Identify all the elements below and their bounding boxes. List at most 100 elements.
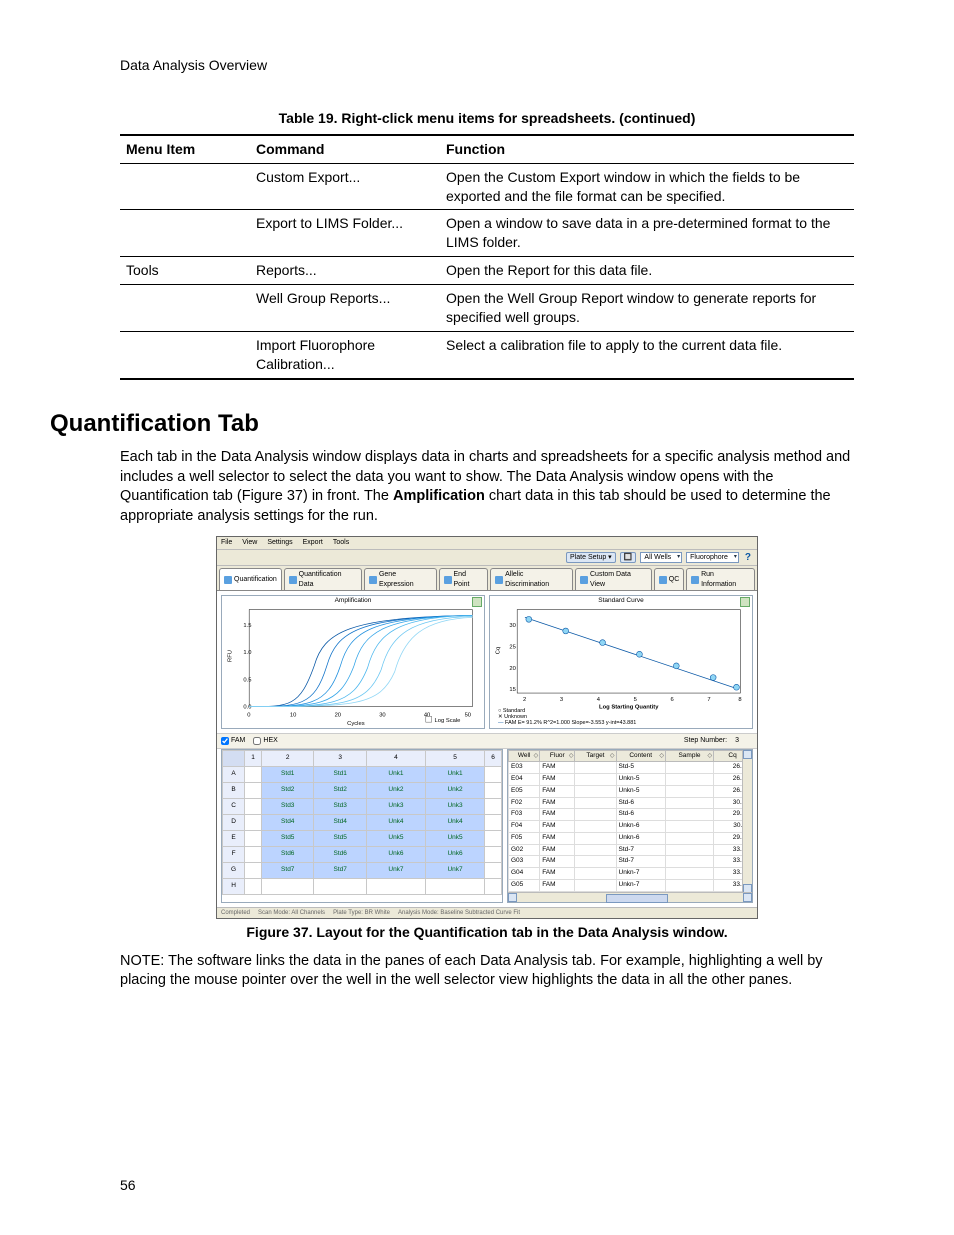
well-cell[interactable]: Unk6 <box>366 846 425 862</box>
std-curve-legend: ○ Standard ✕ Unknown — FAM E= 91.2% R^2=… <box>498 708 636 726</box>
well-cell[interactable] <box>262 878 314 894</box>
col-sample[interactable]: Sample◇ <box>665 750 713 762</box>
menu-bar[interactable]: File View Settings Export Tools <box>217 537 757 549</box>
fam-checkbox[interactable]: FAM <box>221 736 245 745</box>
well-cell[interactable]: Unk5 <box>366 830 425 846</box>
col-well[interactable]: Well◇ <box>509 750 540 762</box>
menu-export[interactable]: Export <box>303 538 323 547</box>
col-fluor[interactable]: Fluor◇ <box>540 750 575 762</box>
well-cell[interactable]: Unk7 <box>366 862 425 878</box>
well-cell[interactable] <box>245 846 262 862</box>
well-cell[interactable]: Unk1 <box>426 766 485 782</box>
svg-text:Cq: Cq <box>496 647 502 654</box>
well-cell[interactable] <box>485 798 502 814</box>
copy-chart-icon[interactable] <box>472 597 482 607</box>
tab-quantification[interactable]: Quantification <box>219 568 282 590</box>
well-cell[interactable]: Std7 <box>314 862 366 878</box>
data-cell: FAM <box>540 774 575 786</box>
well-cell[interactable] <box>245 798 262 814</box>
data-cell: Unkn-6 <box>616 832 665 844</box>
view-mode-dropdown[interactable]: Fluorophore <box>686 552 739 563</box>
cell-command: Reports... <box>250 257 440 285</box>
tab-qc[interactable]: QC <box>654 568 685 590</box>
data-cell <box>575 832 616 844</box>
well-cell[interactable] <box>245 766 262 782</box>
well-cell[interactable]: Std4 <box>262 814 314 830</box>
well-cell[interactable] <box>245 878 262 894</box>
svg-text:5: 5 <box>634 697 637 703</box>
step-number-dropdown[interactable]: 3 <box>735 736 753 745</box>
tab-end-point[interactable]: End Point <box>439 568 489 590</box>
well-cell[interactable] <box>314 878 366 894</box>
well-cell[interactable] <box>485 830 502 846</box>
data-cell <box>575 844 616 856</box>
tab-custom-data-view[interactable]: Custom Data View <box>575 568 652 590</box>
cell-menu_item <box>120 331 250 378</box>
well-cell[interactable] <box>485 782 502 798</box>
menu-view[interactable]: View <box>242 538 257 547</box>
well-cell[interactable]: Unk3 <box>426 798 485 814</box>
tab-strip[interactable]: QuantificationQuantification DataGene Ex… <box>217 566 757 591</box>
plate-setup-button[interactable]: Plate Setup ▾ <box>566 552 616 563</box>
well-cell[interactable]: Unk6 <box>426 846 485 862</box>
vertical-scrollbar[interactable] <box>742 750 752 893</box>
menu-tools[interactable]: Tools <box>333 538 349 547</box>
data-cell: FAM <box>540 868 575 880</box>
well-cell[interactable]: Std6 <box>262 846 314 862</box>
well-group-dropdown[interactable]: All Wells <box>640 552 682 563</box>
table-caption: Table 19. Right-click menu items for spr… <box>120 109 854 128</box>
well-cell[interactable]: Std3 <box>262 798 314 814</box>
well-cell[interactable]: Std5 <box>262 830 314 846</box>
well-cell[interactable] <box>245 814 262 830</box>
well-cell[interactable] <box>485 846 502 862</box>
cell-menu_item <box>120 210 250 257</box>
well-cell[interactable] <box>426 878 485 894</box>
hex-checkbox[interactable]: HEX <box>253 736 277 745</box>
well-cell[interactable] <box>366 878 425 894</box>
well-cell[interactable]: Std4 <box>314 814 366 830</box>
results-table[interactable]: Well◇Fluor◇Target◇Content◇Sample◇Cq◇E03F… <box>507 749 753 903</box>
well-cell[interactable] <box>245 830 262 846</box>
well-cell[interactable]: Std6 <box>314 846 366 862</box>
col-target[interactable]: Target◇ <box>575 750 616 762</box>
horizontal-scrollbar[interactable] <box>508 892 752 902</box>
well-cell[interactable]: Unk7 <box>426 862 485 878</box>
data-cell: E05 <box>509 785 540 797</box>
well-cell[interactable]: Unk4 <box>426 814 485 830</box>
well-cell[interactable]: Unk1 <box>366 766 425 782</box>
well-cell[interactable]: Unk2 <box>426 782 485 798</box>
tab-run-information[interactable]: Run Information <box>686 568 755 590</box>
well-cell[interactable] <box>245 862 262 878</box>
help-button[interactable]: ? <box>743 551 753 565</box>
well-cell[interactable]: Unk3 <box>366 798 425 814</box>
cell-function: Open the Well Group Report window to gen… <box>440 285 854 332</box>
well-cell[interactable]: Unk5 <box>426 830 485 846</box>
data-cell: Unkn-6 <box>616 821 665 833</box>
well-cell[interactable] <box>485 766 502 782</box>
data-cell: Std-6 <box>616 797 665 809</box>
well-cell[interactable]: Std2 <box>262 782 314 798</box>
well-cell[interactable]: Unk4 <box>366 814 425 830</box>
well-cell[interactable] <box>485 862 502 878</box>
well-cell[interactable] <box>245 782 262 798</box>
tab-gene-expression[interactable]: Gene Expression <box>364 568 437 590</box>
menu-settings[interactable]: Settings <box>267 538 292 547</box>
well-cell[interactable]: Std1 <box>314 766 366 782</box>
well-group-icon[interactable]: 🔲 <box>620 552 637 563</box>
well-cell[interactable]: Std2 <box>314 782 366 798</box>
tab-allelic-discrimination[interactable]: Allelic Discrimination <box>490 568 573 590</box>
cell-menu_item <box>120 285 250 332</box>
well-cell[interactable]: Unk2 <box>366 782 425 798</box>
well-cell[interactable]: Std7 <box>262 862 314 878</box>
well-cell[interactable]: Std1 <box>262 766 314 782</box>
well-selector[interactable]: 123456AStd1Std1Unk1Unk1BStd2Std2Unk2Unk2… <box>221 749 503 903</box>
copy-chart-icon[interactable] <box>740 597 750 607</box>
well-cell[interactable] <box>485 878 502 894</box>
well-cell[interactable] <box>485 814 502 830</box>
col-content[interactable]: Content◇ <box>616 750 665 762</box>
tab-quantification-data[interactable]: Quantification Data <box>284 568 362 590</box>
menu-file[interactable]: File <box>221 538 232 547</box>
well-cell[interactable]: Std3 <box>314 798 366 814</box>
well-cell[interactable]: Std5 <box>314 830 366 846</box>
cell-function: Open the Report for this data file. <box>440 257 854 285</box>
